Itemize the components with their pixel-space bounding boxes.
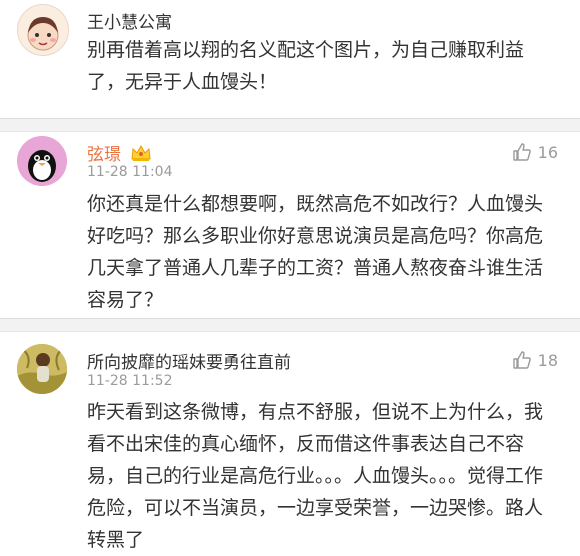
commenter-name[interactable]: 弦璟 bbox=[87, 140, 152, 167]
penguin-avatar-icon bbox=[17, 136, 67, 186]
commenter-name[interactable]: 所向披靡的瑶妹要勇往直前 bbox=[87, 348, 291, 373]
comment-text: 你还真是什么都想要啊，既然高危不如改行？人血馒头好吃吗？那么多职业你好意思说演员… bbox=[87, 193, 544, 311]
comment-time: 11-28 11:52 bbox=[87, 373, 173, 389]
comment-2: 弦璟 11-28 11:04 16 你还真是什么都想要啊，既然高危不如改行？人血… bbox=[0, 132, 580, 312]
cartoon-face-icon bbox=[27, 17, 59, 51]
comment-text: 昨天看到这条微博，有点不舒服，但说不上为什么，我看不出宋佳的真心缅怀，反而借这件… bbox=[87, 401, 544, 551]
separator bbox=[0, 318, 580, 332]
commenter-name-text: 弦璟 bbox=[87, 145, 121, 165]
avatar[interactable] bbox=[17, 344, 67, 394]
thumbs-up-icon bbox=[512, 143, 531, 161]
like-button[interactable]: 18 bbox=[512, 350, 558, 370]
like-count: 18 bbox=[537, 350, 558, 370]
thumbs-up-icon bbox=[512, 351, 531, 369]
avatar[interactable] bbox=[17, 4, 69, 56]
photo-avatar-icon bbox=[17, 344, 67, 394]
commenter-name[interactable]: 王小慧公寓 bbox=[87, 8, 172, 33]
comment-text: 别再借着高以翔的名义配这个图片，为自己赚取利益了，无异于人血馒头！ bbox=[87, 39, 525, 93]
comment-time: 11-28 11:04 bbox=[87, 164, 173, 180]
like-count: 16 bbox=[537, 142, 558, 162]
comment-1: 王小慧公寓 别再借着高以翔的名义配这个图片，为自己赚取利益了，无异于人血馒头！ bbox=[0, 0, 580, 102]
separator bbox=[0, 118, 580, 132]
avatar[interactable] bbox=[17, 136, 67, 186]
like-button[interactable]: 16 bbox=[512, 142, 558, 162]
comment-3: 所向披靡的瑶妹要勇往直前 11-28 11:52 18 昨天看到这条微博，有点不… bbox=[0, 340, 580, 551]
